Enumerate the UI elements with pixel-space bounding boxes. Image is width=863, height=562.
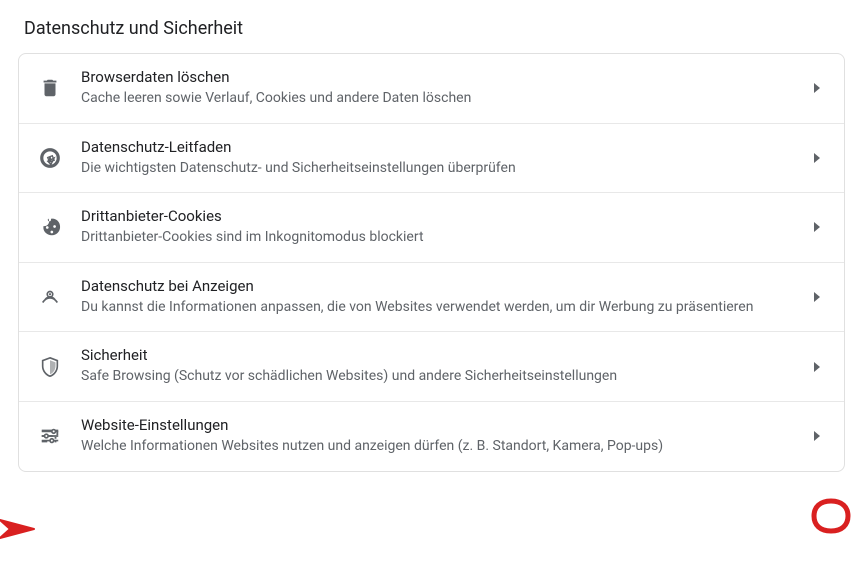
- row-subtitle: Cache leeren sowie Verlauf, Cookies und …: [81, 89, 794, 109]
- settings-row-site-settings[interactable]: Website-Einstellungen Welche Information…: [19, 402, 844, 471]
- row-text: Datenschutz bei Anzeigen Du kannst die I…: [81, 277, 814, 318]
- row-subtitle: Drittanbieter-Cookies sind im Inkognitom…: [81, 228, 794, 248]
- settings-row-clear-data[interactable]: Browserdaten löschen Cache leeren sowie …: [19, 54, 844, 124]
- settings-row-third-party-cookies[interactable]: Drittanbieter-Cookies Drittanbieter-Cook…: [19, 193, 844, 263]
- row-title: Website-Einstellungen: [81, 416, 794, 434]
- row-title: Sicherheit: [81, 346, 794, 364]
- row-text: Browserdaten löschen Cache leeren sowie …: [81, 68, 814, 109]
- settings-card: Browserdaten löschen Cache leeren sowie …: [18, 53, 845, 472]
- chevron-right-icon: [814, 292, 820, 302]
- row-text: Website-Einstellungen Welche Information…: [81, 416, 814, 457]
- row-title: Drittanbieter-Cookies: [81, 207, 794, 225]
- sliders-icon: [39, 425, 61, 447]
- row-subtitle: Die wichtigsten Datenschutz- und Sicherh…: [81, 159, 794, 179]
- row-subtitle: Welche Informationen Websites nutzen und…: [81, 437, 794, 457]
- settings-row-privacy-guide[interactable]: Datenschutz-Leitfaden Die wichtigsten Da…: [19, 124, 844, 194]
- annotation-circle: [810, 497, 852, 535]
- row-text: Datenschutz-Leitfaden Die wichtigsten Da…: [81, 138, 814, 179]
- chevron-right-icon: [814, 83, 820, 93]
- chevron-right-icon: [814, 431, 820, 441]
- chevron-right-icon: [814, 153, 820, 163]
- chevron-right-icon: [814, 362, 820, 372]
- row-title: Browserdaten löschen: [81, 68, 794, 86]
- settings-row-ad-privacy[interactable]: Datenschutz bei Anzeigen Du kannst die I…: [19, 263, 844, 333]
- cookie-icon: [39, 216, 61, 238]
- annotation-arrow: [0, 514, 40, 544]
- page-title: Datenschutz und Sicherheit: [0, 0, 863, 53]
- trash-icon: [39, 77, 61, 99]
- row-text: Drittanbieter-Cookies Drittanbieter-Cook…: [81, 207, 814, 248]
- compass-icon: [39, 147, 61, 169]
- eye-radar-icon: [39, 286, 61, 308]
- row-text: Sicherheit Safe Browsing (Schutz vor sch…: [81, 346, 814, 387]
- row-subtitle: Du kannst die Informationen anpassen, di…: [81, 298, 794, 318]
- row-title: Datenschutz-Leitfaden: [81, 138, 794, 156]
- row-title: Datenschutz bei Anzeigen: [81, 277, 794, 295]
- settings-row-security[interactable]: Sicherheit Safe Browsing (Schutz vor sch…: [19, 332, 844, 402]
- shield-icon: [39, 356, 61, 378]
- row-subtitle: Safe Browsing (Schutz vor schädlichen We…: [81, 367, 794, 387]
- chevron-right-icon: [814, 222, 820, 232]
